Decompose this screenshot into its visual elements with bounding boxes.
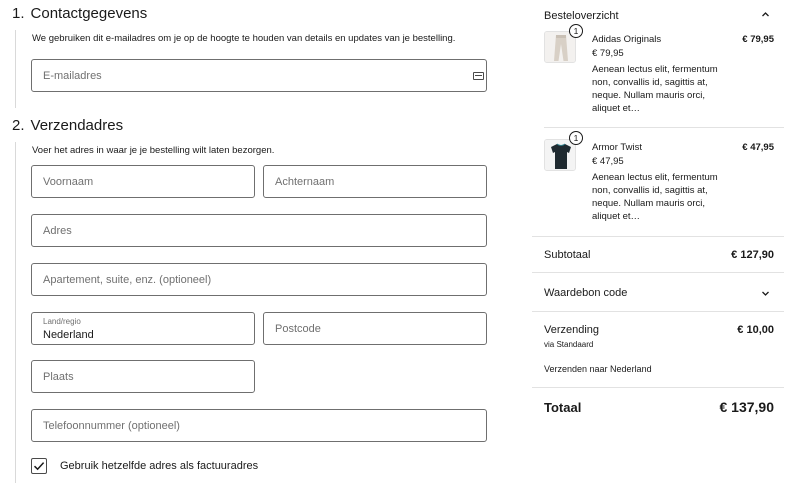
product-total: € 47,95 (742, 142, 774, 153)
step-number: 1. (12, 5, 25, 22)
section-divider (15, 30, 16, 108)
phone-field[interactable]: Telefoonnummer (optioneel) (31, 409, 487, 442)
product-name: Armor Twist (592, 142, 642, 153)
address-placeholder: Adres (43, 224, 72, 237)
step-number: 2. (12, 117, 25, 134)
divider (532, 311, 784, 312)
divider (532, 236, 784, 237)
country-value: Nederland (43, 329, 94, 341)
ship-to-text: Verzenden naar Nederland (544, 364, 652, 374)
quantity-badge: 1 (569, 24, 583, 38)
product-description: Aenean lectus elit, fermentum non, conva… (592, 64, 718, 114)
apartment-field[interactable]: Apartement, suite, enz. (optioneel) (31, 263, 487, 296)
city-field[interactable]: Plaats (31, 360, 255, 393)
total-value: € 137,90 (719, 399, 775, 415)
product-unit-price: € 47,95 (592, 156, 624, 167)
shipping-title: Verzendadres (30, 117, 124, 134)
chevron-up-icon[interactable] (761, 10, 770, 22)
country-select[interactable]: Land/regio Nederland (31, 312, 255, 345)
same-billing-label[interactable]: Gebruik hetzelfde adres als factuuradres (60, 460, 258, 472)
phone-placeholder: Telefoonnummer (optioneel) (43, 419, 180, 432)
divider (544, 127, 784, 128)
same-billing-checkbox[interactable] (31, 458, 47, 474)
divider (532, 272, 784, 273)
contact-section-title: 1. Contactgegevens (12, 5, 147, 22)
shipping-label: Verzending (544, 324, 600, 336)
chevron-down-icon[interactable] (761, 289, 770, 301)
checkmark-icon (33, 462, 45, 471)
apartment-placeholder: Apartement, suite, enz. (optioneel) (43, 273, 212, 286)
first-name-placeholder: Voornaam (43, 175, 94, 188)
last-name-placeholder: Achternaam (275, 175, 335, 188)
quantity-badge: 1 (569, 131, 583, 145)
contact-help-text: We gebruiken dit e-mailadres om je op de… (32, 33, 456, 44)
postcode-placeholder: Postcode (275, 322, 321, 335)
email-field[interactable]: E-mailadres (31, 59, 487, 92)
product-name: Adidas Originals (592, 34, 662, 45)
total-label: Totaal (544, 400, 582, 415)
section-divider (15, 142, 16, 483)
product-description: Aenean lectus elit, fermentum non, conva… (592, 172, 718, 222)
address-field[interactable]: Adres (31, 214, 487, 247)
first-name-field[interactable]: Voornaam (31, 165, 255, 198)
divider (532, 387, 784, 388)
email-placeholder: E-mailadres (43, 69, 102, 82)
postcode-field[interactable]: Postcode (263, 312, 487, 345)
subtotal-value: € 127,90 (731, 249, 774, 261)
last-name-field[interactable]: Achternaam (263, 165, 487, 198)
subtotal-label: Subtotaal (544, 249, 591, 261)
shipping-help-text: Voer het adres in waar je je bestelling … (32, 145, 275, 156)
shipping-section-title: 2. Verzendadres (12, 117, 123, 134)
city-placeholder: Plaats (43, 370, 74, 383)
shipping-method: via Standaard (544, 340, 594, 349)
voucher-toggle[interactable]: Waardebon code (544, 287, 627, 299)
product-total: € 79,95 (742, 34, 774, 45)
contact-title: Contactgegevens (30, 5, 148, 22)
order-summary-title: Besteloverzicht (544, 10, 619, 22)
country-label: Land/regio (43, 317, 81, 326)
contact-card-icon (473, 71, 484, 80)
product-unit-price: € 79,95 (592, 48, 624, 59)
shipping-value: € 10,00 (737, 324, 774, 336)
